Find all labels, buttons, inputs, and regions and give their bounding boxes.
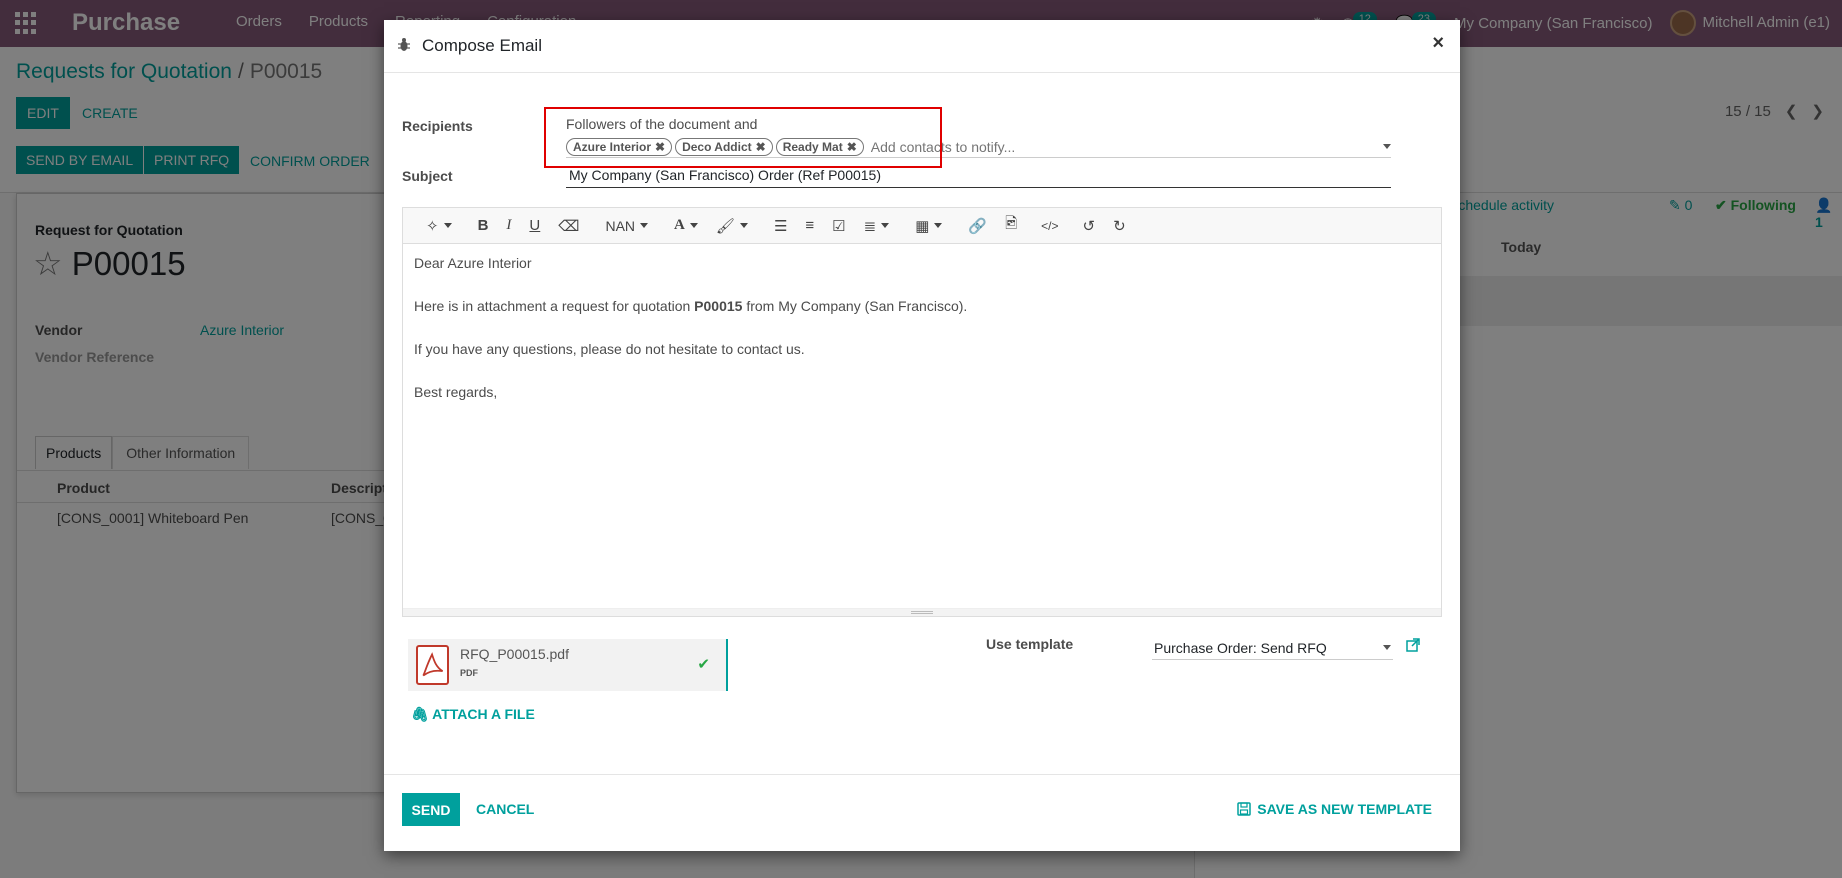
regards-line: Best regards, [414,384,498,400]
table-icon[interactable]: ▦ [906,212,951,240]
modal-header: Compose Email × [384,20,1460,73]
paint-brush-icon[interactable]: 🖌 [707,212,757,240]
bullet-list-icon[interactable]: ☰ [765,212,796,240]
font-size-dropdown[interactable]: NAN [596,212,657,240]
recipients-dropdown-icon[interactable] [1383,144,1391,149]
greeting-line: Dear Azure Interior [414,255,532,271]
align-icon[interactable]: ≣ [855,212,899,240]
paperclip-icon: 🖇 [411,706,429,722]
questions-line: If you have any questions, please do not… [414,341,805,357]
numbered-list-icon[interactable]: ≡ [796,212,823,240]
modal-footer: SEND CANCEL SAVE AS NEW TEMPLATE [384,774,1460,851]
template-value: Purchase Order: Send RFQ [1154,639,1327,656]
underline-icon[interactable]: U [520,212,549,240]
attachment-name: RFQ_P00015.pdf [460,646,569,662]
bug-icon[interactable] [398,38,410,52]
check-icon: ✔ [697,656,710,673]
checklist-icon[interactable]: ☑ [823,212,854,240]
send-button[interactable]: SEND [402,793,460,826]
recipients-highlight-box [544,107,942,168]
attachment-line: Here is in attachment a request for quot… [414,298,968,314]
recipients-input[interactable] [866,137,1380,156]
code-view-icon[interactable]: </> [1032,212,1067,240]
bold-icon[interactable]: B [469,212,498,240]
font-color-icon[interactable]: A [665,212,707,240]
cancel-button[interactable]: CANCEL [476,801,534,817]
template-select[interactable]: Purchase Order: Send RFQ [1152,636,1393,660]
use-template-label: Use template [986,636,1074,652]
italic-icon[interactable]: I [497,212,520,240]
attach-file-button[interactable]: 🖇 ATTACH A FILE [411,706,535,723]
subject-label: Subject [402,168,453,184]
close-icon[interactable]: × [1432,32,1444,55]
external-link-icon[interactable] [1406,638,1420,652]
save-as-new-template-button[interactable]: SAVE AS NEW TEMPLATE [1237,801,1432,817]
editor-content[interactable]: Dear Azure Interior Here is in attachmen… [403,244,1441,440]
editor-resize-handle[interactable] [403,608,1441,616]
template-dropdown-icon[interactable] [1383,645,1391,650]
editor-toolbar: ✧ B I U ⌫ NAN A 🖌 ☰ ≡ ☑ ≣ ▦ 🔗 🖻 </> ↺ ↻ [403,208,1441,244]
undo-icon[interactable]: ↺ [1073,212,1104,240]
redo-icon[interactable]: ↻ [1104,212,1135,240]
pdf-icon [416,645,449,685]
modal-title: Compose Email [422,36,542,55]
compose-email-dialog: Compose Email × Recipients Followers of … [384,20,1460,851]
body-editor: ✧ B I U ⌫ NAN A 🖌 ☰ ≡ ☑ ≣ ▦ 🔗 🖻 </> ↺ ↻ … [402,207,1442,617]
recipients-label: Recipients [402,118,473,134]
save-icon [1237,802,1251,816]
eraser-icon[interactable]: ⌫ [549,212,588,240]
attachment-type: PDF [460,668,478,678]
subject-input[interactable]: My Company (San Francisco) Order (Ref P0… [566,166,1391,188]
image-icon[interactable]: 🖻 [996,212,1026,240]
link-icon[interactable]: 🔗 [959,212,996,240]
attachment-card[interactable]: RFQ_P00015.pdf PDF ✔ [408,639,728,691]
style-magic-icon[interactable]: ✧ [417,212,461,240]
